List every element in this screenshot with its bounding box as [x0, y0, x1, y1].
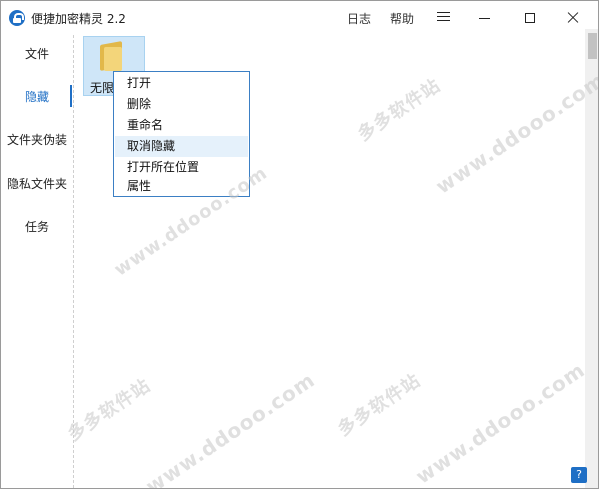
- close-button[interactable]: [564, 9, 582, 27]
- help-menu-button[interactable]: 帮助: [390, 10, 414, 27]
- app-window: 便捷加密精灵 2.2 日志 帮助 文件 隐藏 文件夹伪装 隐私文件夹 任务 无限…: [0, 0, 599, 489]
- watermark-site-name: 多多软件站: [354, 74, 445, 146]
- sidebar-item-files[interactable]: 文件: [1, 45, 73, 62]
- sidebar-item-folder-disguise[interactable]: 文件夹伪装: [1, 131, 73, 148]
- context-menu: 打开 删除 重命名 取消隐藏 打开所在位置 属性: [113, 71, 250, 197]
- sidebar-divider: [73, 35, 74, 488]
- sidebar-item-hide[interactable]: 隐藏: [1, 88, 73, 105]
- minimize-button[interactable]: [476, 9, 494, 27]
- hamburger-menu-icon[interactable]: [437, 12, 450, 22]
- menu-item-properties[interactable]: 属性: [115, 176, 248, 197]
- watermark-site-name: 多多软件站: [64, 374, 155, 446]
- lock-icon: [9, 10, 25, 26]
- file-name: 无限: [90, 81, 115, 95]
- menu-item-delete[interactable]: 删除: [115, 94, 248, 115]
- menu-item-open[interactable]: 打开: [115, 73, 248, 94]
- window-title: 便捷加密精灵 2.2: [31, 12, 126, 26]
- folder-icon-front: [104, 47, 122, 71]
- menu-item-open-location[interactable]: 打开所在位置: [115, 157, 248, 178]
- vertical-scrollbar[interactable]: [585, 29, 598, 488]
- watermark-url: www.ddooo.com: [141, 367, 320, 489]
- menu-item-rename[interactable]: 重命名: [115, 115, 248, 136]
- watermark-url: www.ddooo.com: [411, 357, 590, 489]
- help-icon[interactable]: ?: [571, 467, 587, 483]
- sidebar-item-private-folder[interactable]: 隐私文件夹: [1, 175, 73, 192]
- log-button[interactable]: 日志: [347, 10, 371, 27]
- maximize-button[interactable]: [521, 9, 539, 27]
- watermark-site-name: 多多软件站: [334, 369, 425, 441]
- active-indicator: [70, 85, 72, 107]
- sidebar-item-tasks[interactable]: 任务: [1, 218, 73, 235]
- menu-item-unhide[interactable]: 取消隐藏: [115, 136, 248, 157]
- title-bar: 便捷加密精灵 2.2 日志 帮助: [1, 1, 598, 35]
- scrollbar-thumb[interactable]: [588, 33, 597, 59]
- sidebar: 文件 隐藏 文件夹伪装 隐私文件夹 任务: [1, 35, 73, 488]
- watermark-url: www.ddooo.com: [431, 67, 599, 199]
